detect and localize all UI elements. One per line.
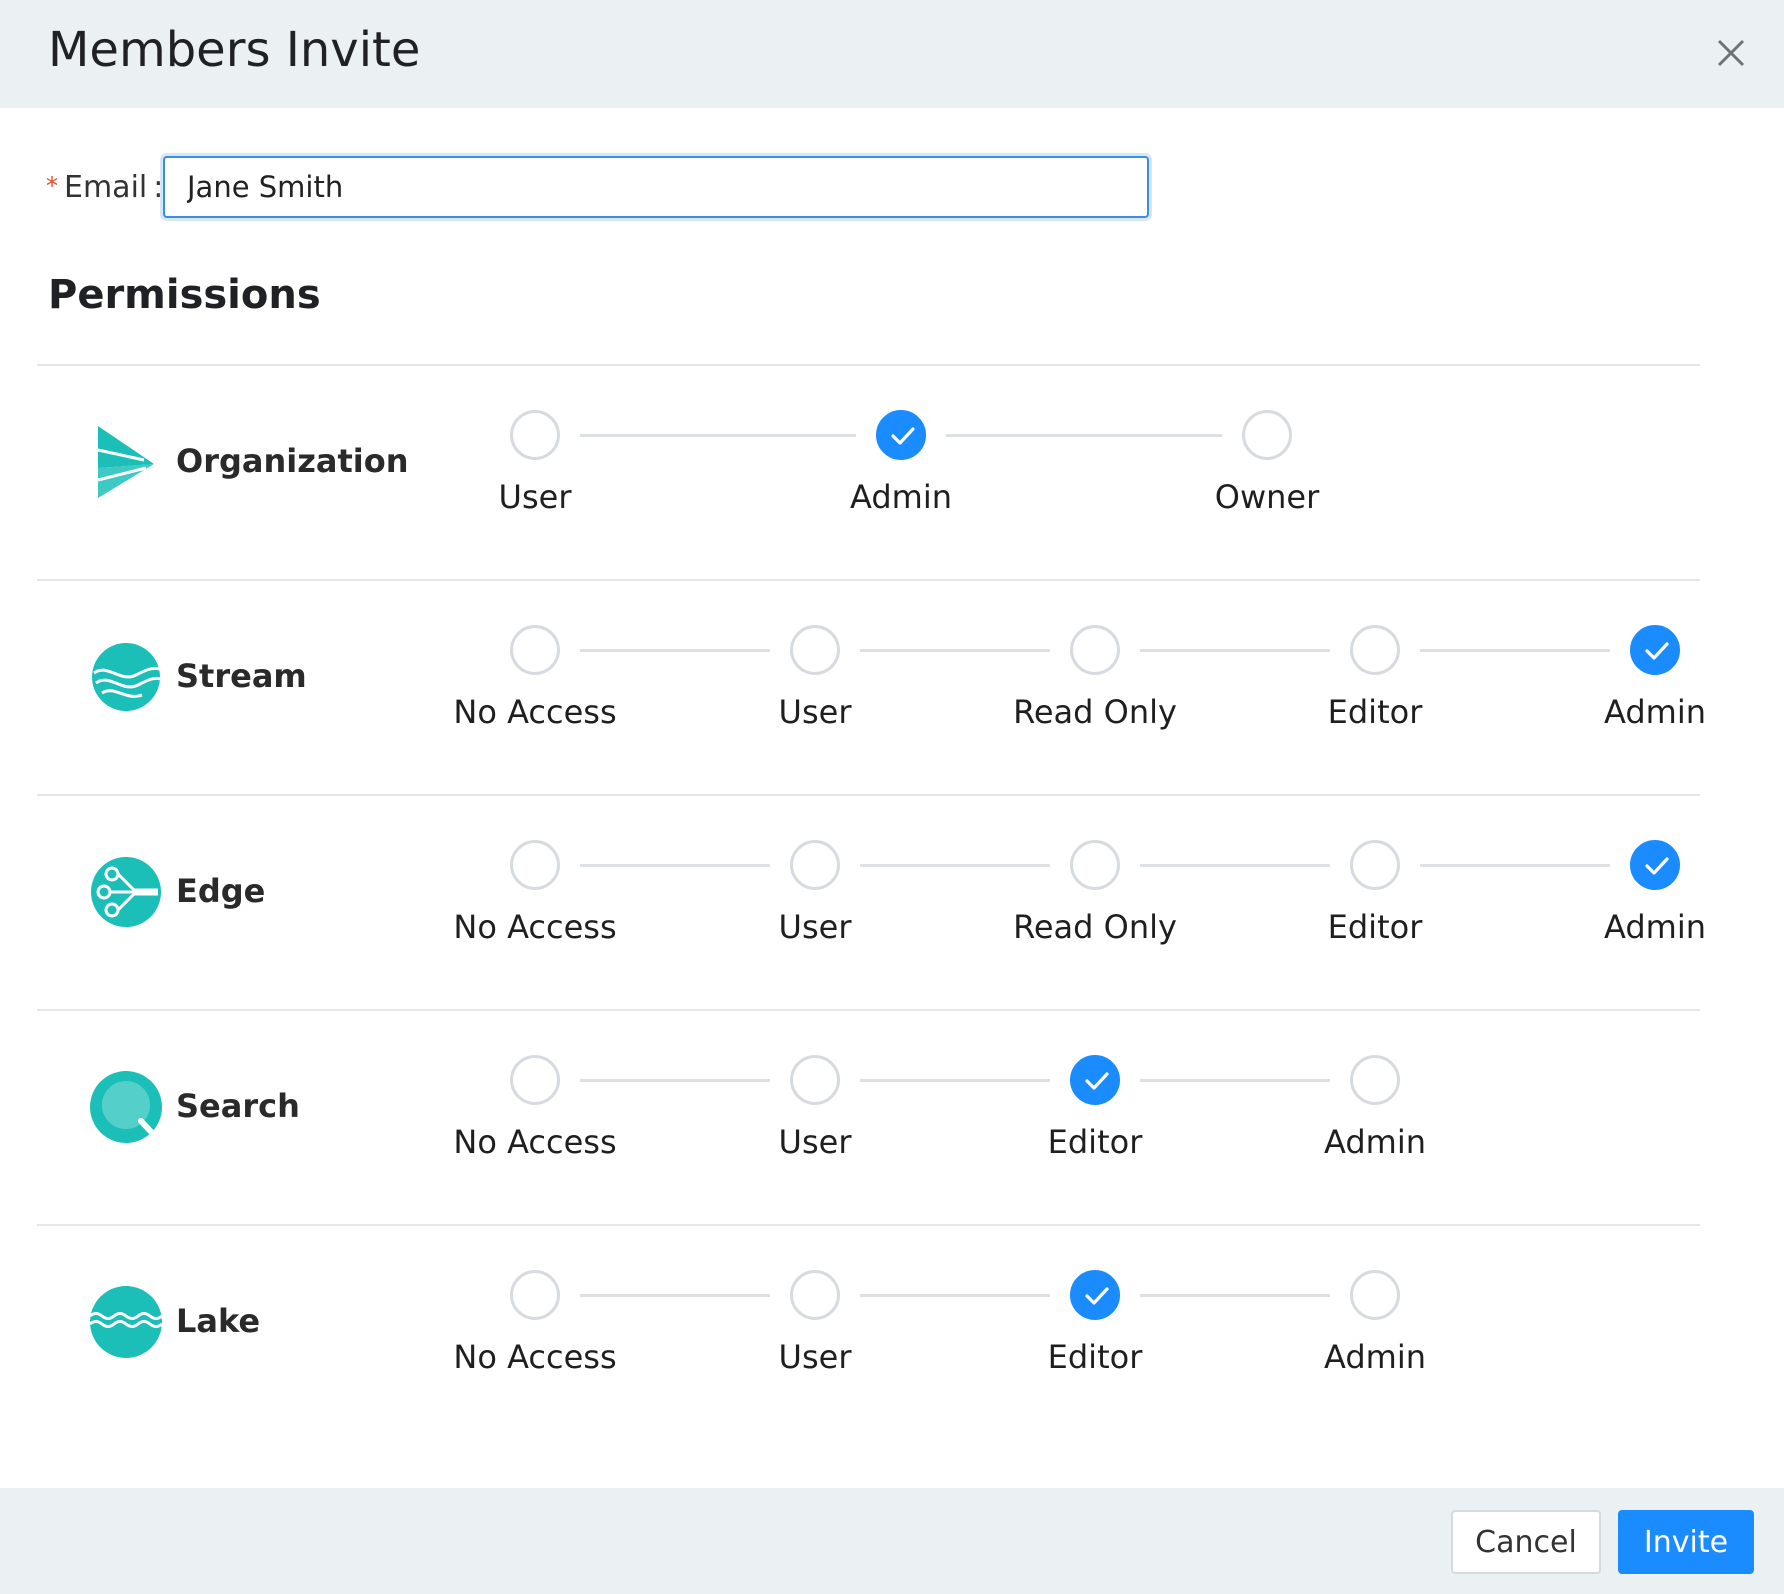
email-label: Email: [64,170,164,205]
radio-button[interactable] [790,1055,840,1105]
permission-option-label: No Access [453,1338,617,1376]
dialog-footer: Cancel Invite [0,1488,1784,1594]
step-connector [580,1079,770,1082]
permission-option-label: User [778,1338,852,1376]
product-name: Stream [176,657,307,695]
radio-button[interactable] [1070,840,1120,890]
permission-option-label: User [498,478,572,516]
product-label: Organization [86,422,416,502]
step-connector [1140,1294,1330,1297]
selected-radio[interactable] [1070,1055,1120,1105]
permission-option-label: Editor [1327,693,1423,731]
step-connector [1140,649,1330,652]
dialog-header: Members Invite [0,0,1784,108]
permission-option-label: No Access [453,908,617,946]
step-connector [946,434,1222,437]
permission-option-label: Read Only [1013,908,1177,946]
step-connector [580,864,770,867]
step-connector [860,864,1050,867]
permission-option-label: User [778,1123,852,1161]
permission-option-label: Editor [1327,908,1423,946]
permission-row: Organization User Admin Owner [0,364,1784,579]
step-connector [860,649,1050,652]
permission-option-label: User [778,908,852,946]
organization-logo-icon [86,422,166,502]
permission-option-label: No Access [453,1123,617,1161]
permissions-heading: Permissions [48,272,321,318]
radio-button[interactable] [1242,410,1292,460]
permission-option-label: Admin [1324,1338,1426,1376]
permission-option-label: Admin [1604,908,1706,946]
permission-option-label: No Access [453,693,617,731]
permission-row: Search No Access User Editor Admin [0,1009,1784,1224]
radio-button[interactable] [1350,1270,1400,1320]
product-name: Edge [176,872,266,910]
radio-button[interactable] [1350,840,1400,890]
step-connector [580,1294,770,1297]
permission-option-label: Editor [1047,1338,1143,1376]
required-mark: * [46,172,58,200]
radio-button[interactable] [790,840,840,890]
radio-button[interactable] [1350,1055,1400,1105]
product-label: Search [86,1067,416,1147]
edge-logo-icon [86,852,166,932]
search-logo-icon [86,1067,166,1147]
radio-button[interactable] [1070,625,1120,675]
product-label: Lake [86,1282,416,1362]
selected-radio[interactable] [876,410,926,460]
step-connector [580,434,856,437]
radio-button[interactable] [790,1270,840,1320]
step-connector [1140,864,1330,867]
radio-button[interactable] [510,625,560,675]
radio-button[interactable] [510,1270,560,1320]
permission-option-label: Admin [1604,693,1706,731]
permission-option-label: User [778,693,852,731]
invite-button[interactable]: Invite [1618,1510,1754,1574]
step-connector [580,649,770,652]
selected-radio[interactable] [1070,1270,1120,1320]
step-connector [860,1294,1050,1297]
radio-button[interactable] [510,1055,560,1105]
product-name: Organization [176,442,409,480]
permission-option-label: Owner [1214,478,1320,516]
selected-radio[interactable] [1630,625,1680,675]
email-field[interactable] [163,156,1149,218]
product-name: Lake [176,1302,261,1340]
lake-logo-icon [86,1282,166,1362]
permission-option-label: Editor [1047,1123,1143,1161]
close-icon[interactable] [1712,34,1750,72]
permission-option-label: Admin [850,478,952,516]
step-connector [1140,1079,1330,1082]
product-label: Edge [86,852,416,932]
permission-row: Lake No Access User Editor Admin [0,1224,1784,1439]
stream-logo-icon [86,637,166,717]
step-connector [860,1079,1050,1082]
dialog-title: Members Invite [48,22,421,78]
radio-button[interactable] [1350,625,1400,675]
radio-button[interactable] [510,410,560,460]
cancel-button[interactable]: Cancel [1451,1510,1601,1574]
permission-option-label: Admin [1324,1123,1426,1161]
permission-row: Stream No Access User Read Only Editor Admin [0,579,1784,794]
permission-row: Edge No Access User Read Only Editor Admin [0,794,1784,1009]
selected-radio[interactable] [1630,840,1680,890]
permission-option-label: Read Only [1013,693,1177,731]
product-name: Search [176,1087,300,1125]
step-connector [1420,864,1610,867]
radio-button[interactable] [510,840,560,890]
product-label: Stream [86,637,416,717]
radio-button[interactable] [790,625,840,675]
step-connector [1420,649,1610,652]
